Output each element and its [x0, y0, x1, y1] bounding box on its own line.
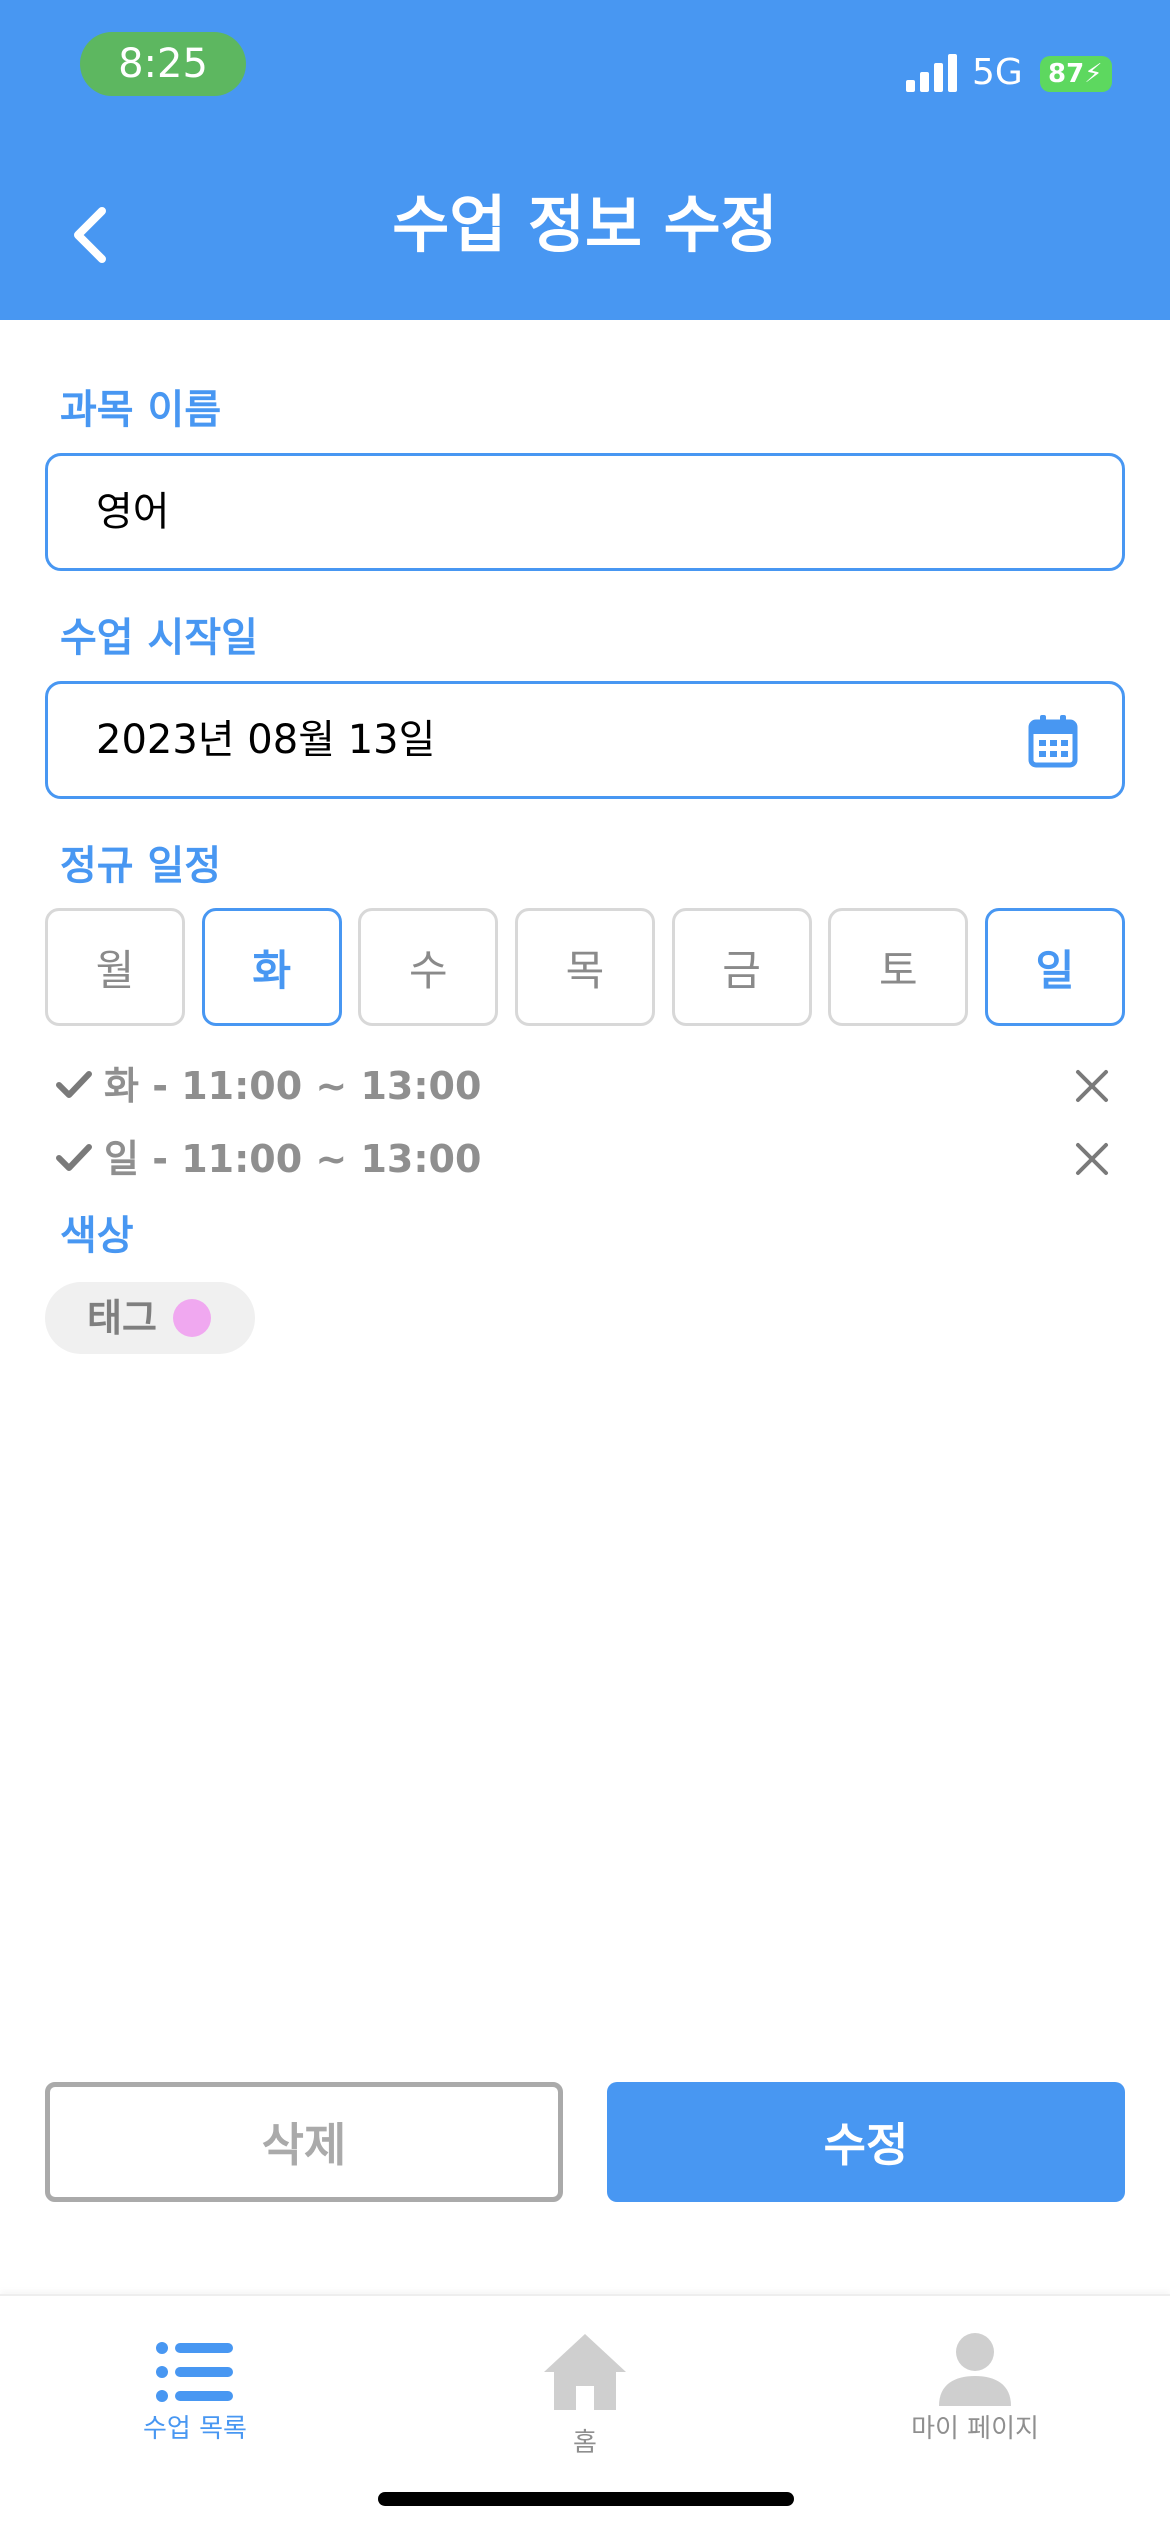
check-icon — [56, 1071, 92, 1098]
list-icon — [156, 2342, 233, 2402]
day-chip-sun[interactable]: 일 — [984, 908, 1125, 1026]
subject-label: 과목 이름 — [60, 387, 222, 433]
app-header: 8:25 5G 87⚡ 수업 정보 수정 — [0, 0, 1170, 320]
tag-label: 태그 — [87, 1296, 157, 1340]
edit-button[interactable]: 수정 — [607, 2082, 1125, 2202]
tab-label: 홈 — [573, 2428, 597, 2458]
home-indicator — [378, 2492, 794, 2506]
schedule-text: 일 - 11:00 ~ 13:00 — [104, 1137, 482, 1181]
delete-button[interactable]: 삭제 — [45, 2082, 563, 2202]
tab-label: 마이 페이지 — [911, 2414, 1039, 2444]
day-chip-sat[interactable]: 토 — [828, 908, 969, 1026]
day-chip-fri[interactable]: 금 — [671, 908, 812, 1026]
schedule-item: 일 - 11:00 ~ 13:00 — [56, 1129, 1116, 1189]
tab-class-list[interactable]: 수업 목록 — [45, 2316, 345, 2456]
start-date-input[interactable]: 2023년 08월 13일 — [96, 684, 435, 796]
day-chip-tue[interactable]: 화 — [201, 908, 342, 1026]
schedule-text: 화 - 11:00 ~ 13:00 — [104, 1064, 482, 1108]
page-title: 수업 정보 수정 — [392, 188, 778, 261]
status-time: 8:25 — [80, 32, 246, 96]
battery-indicator: 87⚡ — [1040, 56, 1112, 92]
subject-input[interactable]: 영어 — [96, 456, 170, 568]
close-icon[interactable] — [1068, 1135, 1116, 1183]
check-icon — [56, 1144, 92, 1171]
network-type: 5G — [972, 52, 1023, 93]
signal-icon — [906, 54, 957, 92]
person-icon — [939, 2333, 1011, 2406]
start-date-label: 수업 시작일 — [60, 615, 258, 661]
schedule-label: 정규 일정 — [60, 843, 222, 889]
tag-color-dot — [173, 1299, 211, 1337]
color-tag-chip[interactable]: 태그 — [45, 1282, 255, 1354]
day-chip-wed[interactable]: 수 — [358, 908, 499, 1026]
day-chip-thu[interactable]: 목 — [514, 908, 655, 1026]
tab-home[interactable]: 홈 — [435, 2316, 735, 2458]
color-label: 색상 — [60, 1213, 134, 1259]
tab-label: 수업 목록 — [143, 2414, 247, 2444]
day-chip-mon[interactable]: 월 — [45, 908, 185, 1026]
subject-field[interactable]: 영어 — [45, 453, 1125, 571]
charging-icon: ⚡ — [1084, 59, 1103, 89]
start-date-field[interactable]: 2023년 08월 13일 — [45, 681, 1125, 799]
battery-level: 87 — [1048, 59, 1085, 89]
tab-my-page[interactable]: 마이 페이지 — [825, 2316, 1125, 2456]
day-selector: 월 화 수 목 금 토 일 — [45, 908, 1125, 1028]
schedule-item: 화 - 11:00 ~ 13:00 — [56, 1056, 1116, 1116]
close-icon[interactable] — [1068, 1062, 1116, 1110]
home-icon — [544, 2334, 626, 2410]
calendar-icon[interactable] — [1028, 714, 1078, 768]
